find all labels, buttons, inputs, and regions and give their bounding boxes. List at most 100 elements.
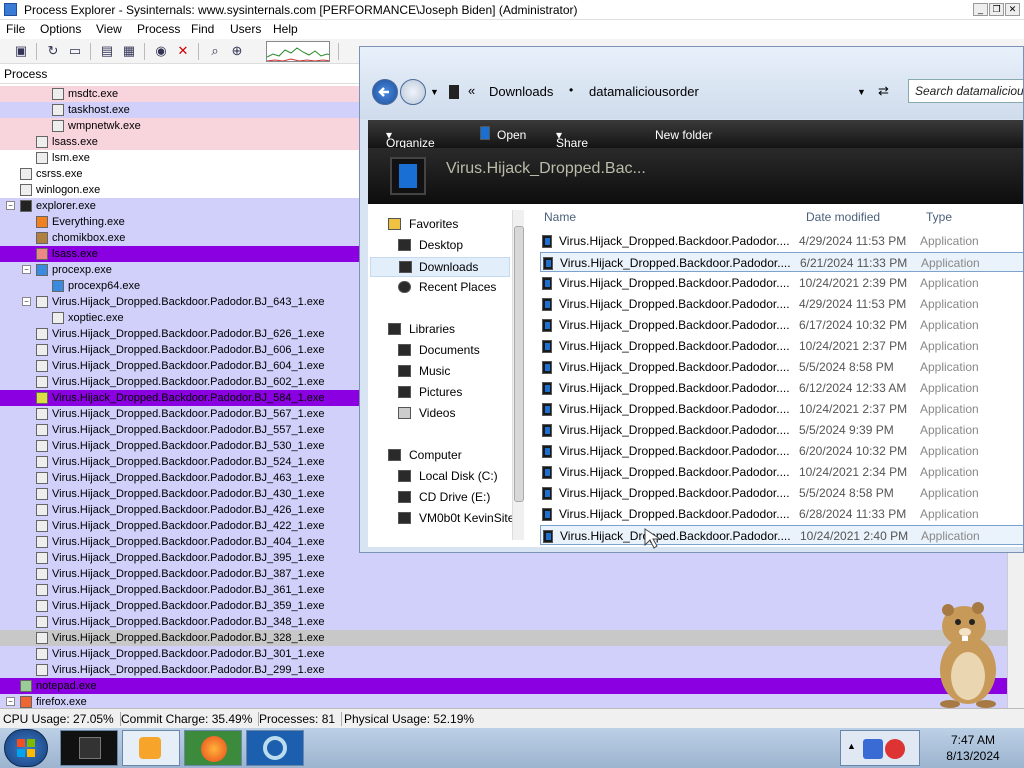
menu-options[interactable]: Options — [40, 22, 81, 36]
nav-label: Pictures — [419, 385, 463, 399]
breadcrumb-separator-icon[interactable]: • — [569, 83, 573, 97]
menu-file[interactable]: File — [6, 22, 25, 36]
clock[interactable]: 7:47 AM 8/13/2024 — [930, 732, 1016, 764]
file-row[interactable]: Virus.Hijack_Dropped.Backdoor.Padodor...… — [540, 483, 1023, 503]
file-row[interactable]: Virus.Hijack_Dropped.Backdoor.Padodor...… — [540, 357, 1023, 377]
close-icon[interactable]: ✕ — [1005, 3, 1020, 16]
file-type: Application — [920, 318, 979, 332]
menu-find[interactable]: Find — [191, 22, 214, 36]
collapse-toggle-icon[interactable]: − — [6, 201, 15, 210]
find-icon[interactable]: ⌕ — [206, 42, 224, 60]
system-info-icon[interactable]: ▤ — [98, 42, 116, 60]
file-row[interactable]: Virus.Hijack_Dropped.Backdoor.Padodor...… — [540, 252, 1023, 272]
process-row[interactable]: Virus.Hijack_Dropped.Backdoor.Padodor.BJ… — [0, 662, 1024, 678]
nav-pane-scrollbar[interactable] — [512, 210, 524, 540]
process-name: explorer.exe — [36, 200, 96, 212]
details-preview: Virus.Hijack_Dropped.Bac... — [368, 148, 1023, 204]
crosshair-icon[interactable]: ⊕ — [228, 42, 246, 60]
application-icon — [542, 466, 552, 479]
file-row[interactable]: Virus.Hijack_Dropped.Backdoor.Padodor...… — [540, 336, 1023, 356]
taskbar-firefox[interactable] — [184, 730, 242, 766]
file-row[interactable]: Virus.Hijack_Dropped.Backdoor.Padodor...… — [540, 294, 1023, 314]
file-row[interactable]: Virus.Hijack_Dropped.Backdoor.Padodor...… — [540, 399, 1023, 419]
breadcrumb-downloads[interactable]: Downloads — [489, 84, 553, 99]
start-button[interactable] — [4, 729, 48, 767]
refresh-arrows-icon[interactable]: ⇄ — [878, 83, 889, 99]
file-row[interactable]: Virus.Hijack_Dropped.Backdoor.Padodor...… — [540, 315, 1023, 335]
menu-process[interactable]: Process — [137, 22, 180, 36]
share-with-button[interactable]: Share with ▾ — [556, 128, 588, 164]
network-icon[interactable] — [863, 739, 883, 759]
process-row[interactable]: Virus.Hijack_Dropped.Backdoor.Padodor.BJ… — [0, 582, 1024, 598]
file-row[interactable]: Virus.Hijack_Dropped.Backdoor.Padodor...… — [540, 420, 1023, 440]
taskbar-process-explorer[interactable] — [60, 730, 118, 766]
nav-label: Computer — [409, 448, 462, 462]
collapse-toggle-icon[interactable]: − — [22, 265, 31, 274]
breadcrumb-overflow-icon[interactable]: « — [468, 83, 475, 98]
cpu-graph[interactable] — [266, 41, 330, 62]
forward-arrow-icon[interactable] — [400, 79, 426, 105]
column-date-header[interactable]: Date modified — [806, 210, 880, 224]
back-arrow-icon[interactable] — [372, 79, 398, 105]
window-icon[interactable]: ▭ — [66, 42, 84, 60]
column-type-header[interactable]: Type — [926, 210, 952, 224]
notification-icon[interactable] — [885, 739, 905, 759]
taskbar-media-player[interactable] — [122, 730, 180, 766]
scrollbar-thumb[interactable] — [514, 226, 524, 502]
process-name: notepad.exe — [36, 680, 97, 692]
properties-icon[interactable]: ◉ — [152, 42, 170, 60]
process-row[interactable]: Virus.Hijack_Dropped.Backdoor.Padodor.BJ… — [0, 614, 1024, 630]
maximize-icon[interactable]: ❐ — [989, 3, 1004, 16]
collapse-toggle-icon[interactable]: − — [22, 297, 31, 306]
process-row[interactable]: notepad.exe — [0, 678, 1024, 694]
process-icon — [36, 472, 48, 484]
nav-downloads[interactable]: Downloads — [370, 257, 510, 277]
process-name: Virus.Hijack_Dropped.Backdoor.Padodor.BJ… — [52, 664, 325, 676]
process-name: winlogon.exe — [36, 184, 101, 196]
process-tree-scrollbar[interactable] — [1007, 553, 1024, 708]
collapse-toggle-icon[interactable]: − — [6, 697, 15, 706]
process-icon — [36, 424, 48, 436]
process-name: Virus.Hijack_Dropped.Backdoor.Padodor.BJ… — [52, 488, 325, 500]
menu-help[interactable]: Help — [273, 22, 298, 36]
process-column-header[interactable]: Process — [0, 64, 360, 84]
file-row[interactable]: Virus.Hijack_Dropped.Backdoor.Padodor...… — [540, 231, 1023, 251]
nav-label: CD Drive (E:) — [419, 490, 491, 504]
new-folder-button[interactable]: New folder — [655, 128, 712, 142]
process-row[interactable]: Virus.Hijack_Dropped.Backdoor.Padodor.BJ… — [0, 566, 1024, 582]
file-row[interactable]: Virus.Hijack_Dropped.Backdoor.Padodor...… — [540, 504, 1023, 524]
breadcrumb-datamaliciousorder[interactable]: datamaliciousorder — [589, 84, 699, 99]
dll-view-icon[interactable]: ▦ — [120, 42, 138, 60]
nav-label: Videos — [419, 406, 456, 420]
file-row[interactable]: Virus.Hijack_Dropped.Backdoor.Padodor...… — [540, 462, 1023, 482]
process-name: Virus.Hijack_Dropped.Backdoor.Padodor.BJ… — [52, 600, 325, 612]
tray-expand-icon[interactable]: ▲ — [847, 741, 856, 751]
file-row[interactable]: Virus.Hijack_Dropped.Backdoor.Padodor...… — [540, 378, 1023, 398]
process-row[interactable]: − firefox.exe — [0, 694, 1024, 708]
open-button[interactable]: Open — [497, 128, 526, 142]
history-dropdown-icon[interactable]: ▼ — [430, 87, 439, 97]
file-row[interactable]: Virus.Hijack_Dropped.Backdoor.Padodor...… — [540, 273, 1023, 293]
process-row[interactable]: Virus.Hijack_Dropped.Backdoor.Padodor.BJ… — [0, 630, 1024, 646]
organize-button[interactable]: Organize ▾ — [386, 128, 435, 150]
file-row[interactable]: Virus.Hijack_Dropped.Backdoor.Padodor...… — [540, 441, 1023, 461]
column-name-header[interactable]: Name — [544, 210, 576, 224]
taskbar-search-app[interactable] — [246, 730, 304, 766]
process-row[interactable]: Virus.Hijack_Dropped.Backdoor.Padodor.BJ… — [0, 598, 1024, 614]
media-player-icon — [139, 737, 161, 759]
menu-users[interactable]: Users — [230, 22, 261, 36]
file-date: 6/12/2024 12:33 AM — [799, 381, 907, 395]
process-name: chomikbox.exe — [52, 232, 126, 244]
file-row[interactable]: Virus.Hijack_Dropped.Backdoor.Padodor...… — [540, 525, 1023, 545]
application-icon — [542, 508, 552, 521]
search-input[interactable]: Search datamalicious... — [908, 79, 1023, 103]
process-row[interactable]: Virus.Hijack_Dropped.Backdoor.Padodor.BJ… — [0, 646, 1024, 662]
refresh-icon[interactable]: ↻ — [44, 42, 62, 60]
minimize-icon[interactable]: _ — [973, 3, 988, 16]
menu-view[interactable]: View — [96, 22, 122, 36]
save-icon[interactable]: ▣ — [12, 42, 30, 60]
process-name: lsm.exe — [52, 152, 90, 164]
kill-process-icon[interactable]: ✕ — [174, 42, 192, 60]
process-name: Virus.Hijack_Dropped.Backdoor.Padodor.BJ… — [52, 328, 325, 340]
address-dropdown-icon[interactable]: ▼ — [857, 87, 866, 97]
